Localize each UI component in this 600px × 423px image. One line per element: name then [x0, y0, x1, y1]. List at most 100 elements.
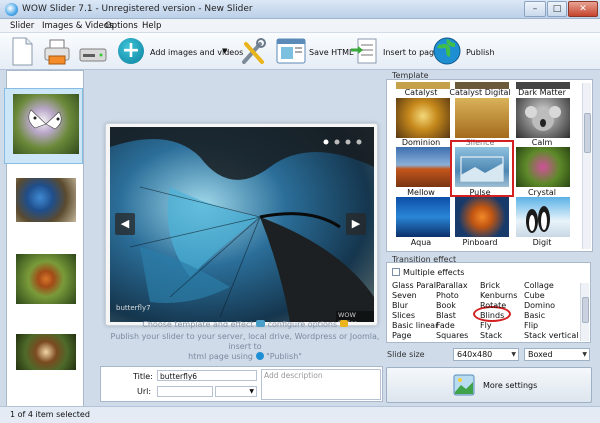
prev-slide-arrow[interactable]: ◀ [115, 213, 135, 235]
butterfly-photo [110, 127, 374, 322]
slide-caption: butterfly7 [116, 304, 151, 312]
effect-col4-item[interactable]: Domino [524, 301, 555, 310]
effect-col2-item[interactable]: Book [436, 301, 456, 310]
slide-thumbnail-3[interactable] [16, 254, 76, 304]
hint-line1b: configure options [267, 320, 338, 329]
template-dominion-label[interactable]: Dominion [390, 138, 452, 147]
url-label: Url: [137, 387, 152, 396]
more-settings-button[interactable]: More settings [386, 367, 592, 403]
layout-mode-select[interactable]: Boxed ▼ [524, 348, 590, 361]
status-text: 1 of 4 item selected [10, 410, 90, 419]
description-input[interactable]: Add description [261, 369, 381, 400]
selected-template-highlight [450, 140, 514, 197]
effect-col4-item[interactable]: Basic [524, 311, 545, 320]
new-slider-button[interactable] [8, 36, 36, 67]
options-tools-button[interactable] [238, 36, 268, 67]
effect-col4-item[interactable]: Flip [524, 321, 538, 330]
effect-col1-item[interactable]: Page [392, 331, 411, 340]
window-title: WOW Slider 7.1 - Unregistered version - … [22, 4, 253, 14]
template-silence-thumb[interactable] [455, 98, 509, 138]
effect-col3-item[interactable]: Fly [480, 321, 492, 330]
template-pinboard-label[interactable]: Pinboard [449, 238, 511, 247]
template-catalyst-label[interactable]: Catalyst [390, 88, 452, 97]
toolbar: + Add images and videos ▼ Save HTML Inse… [0, 33, 600, 70]
template-scrollbar[interactable] [582, 83, 591, 249]
minimize-button[interactable]: – [524, 1, 546, 17]
new-document-icon [12, 37, 33, 66]
effect-col1-item[interactable]: Slices [392, 311, 415, 320]
effect-col4-item[interactable]: Stack vertical [524, 331, 579, 340]
multiple-effects-label[interactable]: Multiple effects [403, 268, 464, 277]
title-input[interactable]: butterfly6 [157, 370, 257, 381]
maximize-button[interactable]: □ [547, 1, 567, 17]
open-slider-button[interactable] [42, 38, 72, 67]
template-pinboard-thumb[interactable] [455, 197, 509, 237]
effect-col2-item[interactable]: Blast [436, 311, 456, 320]
template-dominion-thumb[interactable] [396, 98, 450, 138]
slide-thumbnail-2[interactable] [16, 178, 76, 222]
template-catalyst-digital-label[interactable]: Catalyst Digital [449, 88, 511, 97]
hint-line3b: "Publish" [266, 352, 302, 361]
slide-thumbnail-4[interactable] [16, 334, 76, 370]
bullet-dots[interactable] [322, 138, 368, 148]
effect-col2-item[interactable]: Photo [436, 291, 459, 300]
menu-options[interactable]: Options [105, 21, 138, 31]
transition-scrollbar[interactable] [580, 283, 589, 341]
url-target-select[interactable]: ▼ [215, 386, 257, 397]
effect-col4-item[interactable]: Cube [524, 291, 545, 300]
effect-col1-item[interactable]: Seven [392, 291, 417, 300]
url-input[interactable] [157, 386, 213, 397]
template-icon [256, 320, 266, 327]
template-digit-label[interactable]: Digit [511, 238, 573, 247]
hint-line3: html page using [188, 352, 253, 361]
menu-help[interactable]: Help [142, 21, 161, 31]
menu-slider[interactable]: Slider [10, 21, 34, 31]
transition-scrollbar-thumb[interactable] [582, 297, 589, 323]
menu-images-videos[interactable]: Images & Videos [42, 21, 113, 31]
save-html-button[interactable]: Save HTML [276, 37, 356, 67]
slide-size-select[interactable]: 640x480 ▼ [453, 348, 519, 361]
layout-mode-value: Boxed [528, 350, 553, 359]
template-crystal-label[interactable]: Crystal [511, 188, 573, 197]
effect-col1-item[interactable]: Basic linear [392, 321, 438, 330]
close-button[interactable]: ✕ [568, 1, 598, 17]
effect-col3-item[interactable]: Rotate [480, 301, 506, 310]
slide-info-form: Title: butterfly6 Url: ▼ Add description [100, 366, 383, 402]
add-images-button[interactable]: + Add images and videos ▼ [116, 36, 243, 67]
template-aqua-thumb[interactable] [396, 197, 450, 237]
insert-to-page-label: Insert to page [383, 48, 440, 57]
effect-col3-item[interactable]: Stack [480, 331, 502, 340]
slide-thumbnail-1[interactable] [13, 94, 79, 154]
next-slide-arrow[interactable]: ▶ [346, 213, 366, 235]
slide-size-value: 640x480 [457, 350, 493, 359]
template-scrollbar-thumb[interactable] [584, 113, 591, 153]
status-bar: 1 of 4 item selected [0, 406, 600, 423]
effect-col3-item[interactable]: Blinds [480, 311, 504, 320]
menu-bar: Slider Images & Videos Options Help [0, 19, 600, 33]
save-slider-button[interactable] [78, 41, 108, 65]
chevron-down-icon: ▼ [511, 351, 516, 358]
template-crystal-thumb[interactable] [516, 147, 570, 187]
effect-col4-item[interactable]: Collage [524, 281, 554, 290]
butterfly-image [28, 109, 62, 130]
template-mellow-label[interactable]: Mellow [390, 188, 452, 197]
template-calm-thumb[interactable] [516, 98, 570, 138]
template-calm-label[interactable]: Calm [511, 138, 573, 147]
publish-button[interactable]: Publish [432, 36, 496, 67]
effect-col3-item[interactable]: Brick [480, 281, 500, 290]
effect-col2-item[interactable]: Parallax [436, 281, 468, 290]
effect-col3-item[interactable]: Kenburns [480, 291, 517, 300]
more-settings-label: More settings [483, 381, 538, 390]
insert-to-page-button[interactable]: Insert to page [350, 37, 439, 67]
slide-size-label: Slide size [387, 350, 425, 359]
effect-col2-item[interactable]: Fade [436, 321, 455, 330]
multiple-effects-checkbox[interactable] [392, 268, 400, 276]
penguins-image [526, 206, 550, 233]
template-aqua-label[interactable]: Aqua [390, 238, 452, 247]
koala-image [525, 106, 561, 131]
effect-col2-item[interactable]: Squares [436, 331, 468, 340]
effect-col1-item[interactable]: Blur [392, 301, 408, 310]
template-digit-thumb[interactable] [516, 197, 570, 237]
template-mellow-thumb[interactable] [396, 147, 450, 187]
template-dark-matter-label[interactable]: Dark Matter [511, 88, 573, 97]
